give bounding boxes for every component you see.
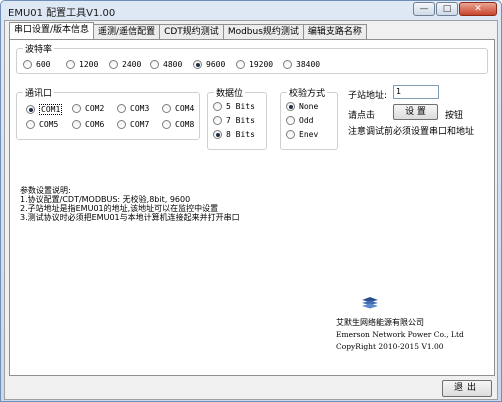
baud-option-1200[interactable]: 1200 <box>66 60 98 69</box>
station-address-input[interactable]: 1 <box>393 85 439 99</box>
help-line: 3.测试协议时必须把EMU01与本地计算机连接起来并打开串口 <box>20 213 240 222</box>
baud-option-600[interactable]: 600 <box>23 60 50 69</box>
radio-selected-icon <box>26 105 35 114</box>
radio-icon <box>162 104 171 113</box>
help-line: 1.协议配置/CDT/MODBUS: 无校验,8bit, 9600 <box>20 195 191 204</box>
window-title: EMU01 配置工具V1.00 <box>8 8 116 19</box>
parameter-help: 参数设置说明: 1.协议配置/CDT/MODBUS: 无校验,8bit, 960… <box>20 186 240 222</box>
radio-selected-icon <box>213 130 222 139</box>
radio-icon <box>26 120 35 129</box>
app-window: EMU01 配置工具V1.00 — □ ✕ 串口设置/版本信息 遥测/遥信配置 … <box>0 0 502 402</box>
click-prompt-label: 请点击 <box>348 111 376 121</box>
client-area: 串口设置/版本信息 遥测/遥信配置 CDT规约测试 Modbus规约测试 编辑支… <box>4 20 498 400</box>
baud-option-38400[interactable]: 38400 <box>283 60 320 69</box>
port-option-com6[interactable]: COM6 <box>72 120 104 129</box>
radio-icon <box>72 104 81 113</box>
port-option-com7[interactable]: COM7 <box>117 120 149 129</box>
tab-strip: 串口设置/版本信息 遥测/遥信配置 CDT规约测试 Modbus规约测试 编辑支… <box>9 22 367 40</box>
radio-icon <box>117 120 126 129</box>
radio-icon <box>213 102 222 111</box>
tab-edit-branch-names[interactable]: 编辑支路名称 <box>302 24 367 39</box>
parity-option-odd[interactable]: Odd <box>286 116 313 125</box>
radio-icon <box>117 104 126 113</box>
maximize-icon[interactable]: □ <box>436 2 458 16</box>
radio-icon <box>213 116 222 125</box>
title-bar[interactable]: EMU01 配置工具V1.00 — □ ✕ <box>1 1 501 19</box>
radio-selected-icon <box>286 102 295 111</box>
radio-icon <box>23 60 32 69</box>
emerson-logo-icon <box>362 297 378 309</box>
radio-icon <box>283 60 292 69</box>
radio-icon <box>109 60 118 69</box>
baud-rate-legend: 波特率 <box>23 42 55 55</box>
copyright-text: CopyRight 2010-2015 V1.00 <box>336 342 444 351</box>
port-option-com3[interactable]: COM3 <box>117 104 149 113</box>
databits-option-5[interactable]: 5 Bits <box>213 102 255 111</box>
tab-telemetry-config[interactable]: 遥测/遥信配置 <box>93 24 161 39</box>
company-name-en: Emerson Network Power Co., Ltd <box>336 330 464 339</box>
exit-button[interactable]: 退出 <box>442 380 492 397</box>
close-icon[interactable]: ✕ <box>459 2 497 16</box>
tab-cdt-test[interactable]: CDT规约测试 <box>159 24 224 39</box>
company-name-cn: 艾默生网络能源有限公司 <box>336 318 424 327</box>
port-option-com2[interactable]: COM2 <box>72 104 104 113</box>
port-option-com8[interactable]: COM8 <box>162 120 194 129</box>
set-address-button[interactable]: 设 置 <box>393 104 438 120</box>
help-line: 2.子站地址是指EMU01的地址,该地址可以在监控中设置 <box>20 204 219 213</box>
port-option-com1[interactable]: COM1 <box>26 104 63 115</box>
station-address-label: 子站地址: <box>348 91 388 101</box>
parity-legend: 校验方式 <box>287 86 328 99</box>
port-option-com4[interactable]: COM4 <box>162 104 194 113</box>
radio-icon <box>162 120 171 129</box>
help-heading: 参数设置说明: <box>20 186 71 195</box>
baud-option-19200[interactable]: 19200 <box>236 60 273 69</box>
baud-option-9600[interactable]: 9600 <box>193 60 225 69</box>
serial-settings-panel: 波特率 600 1200 2400 4800 9600 19200 38400 <box>9 39 495 376</box>
company-info: 艾默生网络能源有限公司 Emerson Network Power Co., L… <box>336 317 464 353</box>
port-option-com5[interactable]: COM5 <box>26 120 58 129</box>
tab-serial-settings[interactable]: 串口设置/版本信息 <box>9 22 95 39</box>
baud-option-2400[interactable]: 2400 <box>109 60 141 69</box>
databits-option-8[interactable]: 8 Bits <box>213 130 255 139</box>
radio-icon <box>66 60 75 69</box>
comm-port-group: 通讯口 <box>16 86 200 140</box>
parity-option-none[interactable]: None <box>286 102 318 111</box>
radio-icon <box>150 60 159 69</box>
minimize-icon[interactable]: — <box>413 2 435 16</box>
tab-modbus-test[interactable]: Modbus规约测试 <box>222 24 304 39</box>
button-suffix-label: 按钮 <box>445 111 464 121</box>
radio-icon <box>286 130 295 139</box>
baud-option-4800[interactable]: 4800 <box>150 60 182 69</box>
parity-option-enev[interactable]: Enev <box>286 130 318 139</box>
databits-option-7[interactable]: 7 Bits <box>213 116 255 125</box>
radio-icon <box>236 60 245 69</box>
radio-selected-icon <box>193 60 202 69</box>
radio-icon <box>286 116 295 125</box>
radio-icon <box>72 120 81 129</box>
comm-port-legend: 通讯口 <box>23 86 55 99</box>
data-bits-legend: 数据位 <box>214 86 246 99</box>
setup-note: 注意调试前必须设置串口和地址 <box>348 127 475 137</box>
